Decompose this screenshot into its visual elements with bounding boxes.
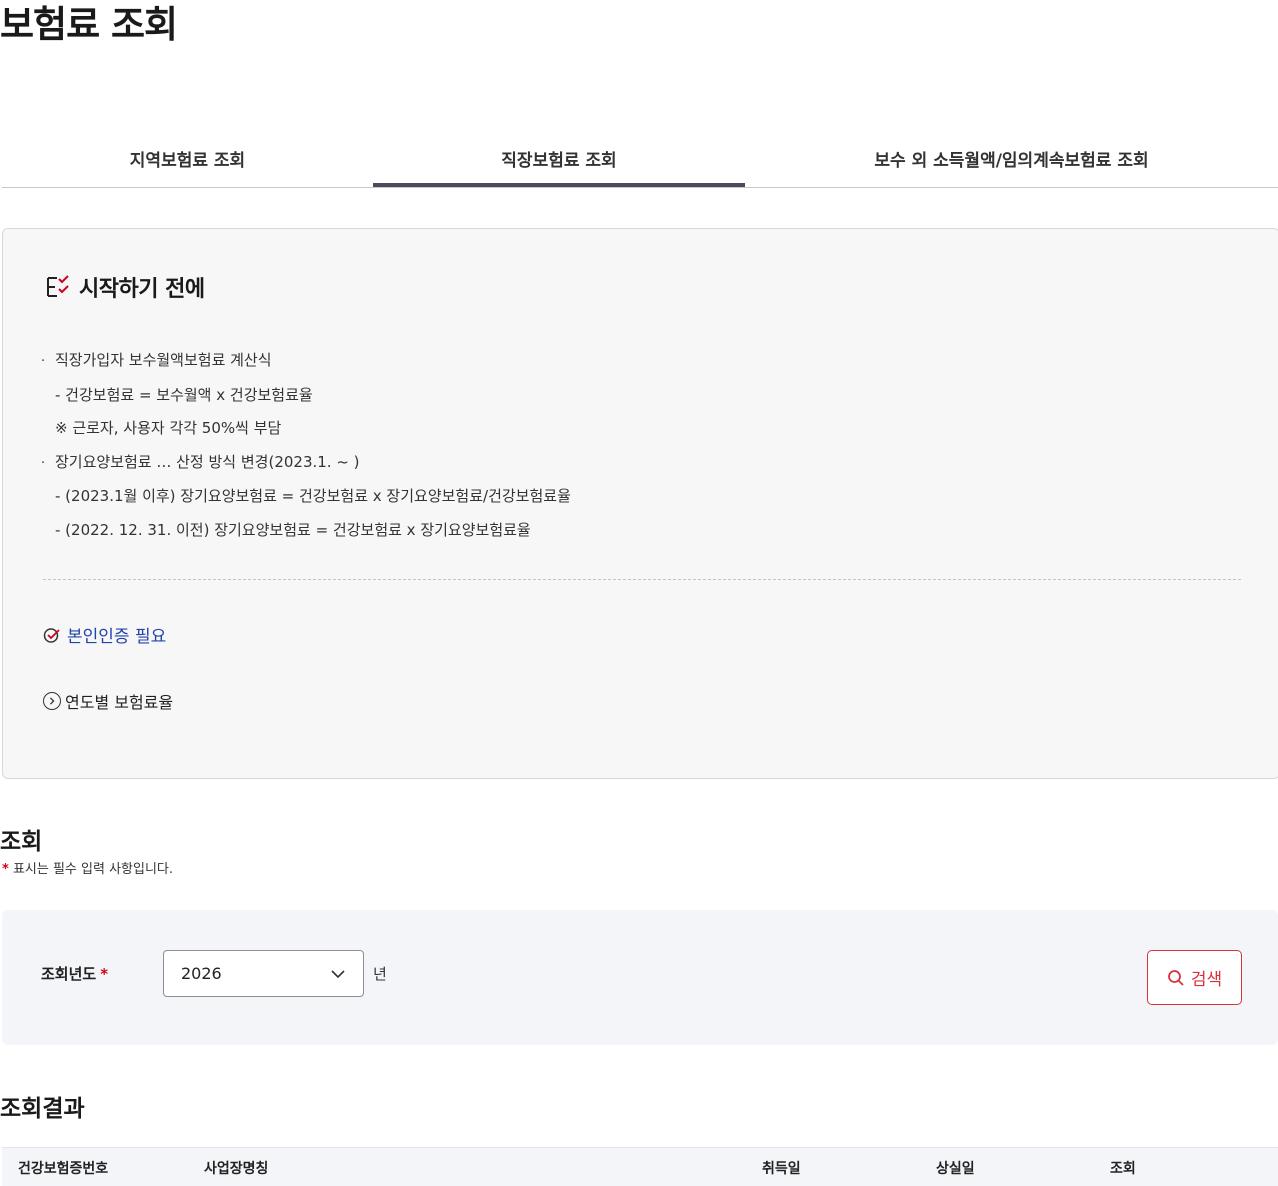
- query-section-title: 조회: [0, 829, 43, 855]
- before-start-header: 시작하기 전에: [45, 271, 205, 303]
- column-header-insurance-number: 건강보험증번호: [18, 1161, 109, 1177]
- required-field-note: * 표시는 필수 입력 사항입니다.: [2, 862, 174, 877]
- year-select[interactable]: 2026: [163, 950, 364, 997]
- search-button-label: 검색: [1190, 970, 1223, 990]
- year-select-value: 2026: [181, 964, 222, 983]
- identity-verification-label: 본인인증 필요: [67, 627, 167, 647]
- yearly-rate-link[interactable]: 연도별 보험료율: [43, 689, 173, 713]
- required-star: *: [2, 862, 9, 877]
- search-icon: [1167, 969, 1184, 986]
- list-item: - (2022. 12. 31. 이전) 장기요양보험료 = 건강보험료 x 장…: [55, 520, 531, 539]
- list-item: · 장기요양보험료 … 산정 방식 변경(2023.1. ~ ): [41, 452, 360, 471]
- check-circle-icon: [43, 627, 60, 643]
- before-start-title: 시작하기 전에: [79, 277, 205, 302]
- premium-formula-list: · 직장가입자 보수월액보험료 계산식 - 건강보험료 = 보수월액 x 건강보험…: [41, 344, 571, 547]
- before-start-panel: 시작하기 전에 · 직장가입자 보수월액보험료 계산식 - 건강보험료 = 보수월…: [2, 228, 1278, 779]
- chevron-down-icon: [331, 970, 345, 979]
- column-header-view: 조회: [1110, 1161, 1136, 1177]
- list-item: - (2023.1월 이후) 장기요양보험료 = 건강보험료 x 장기요양보험료…: [55, 487, 571, 505]
- tab-workplace-premium[interactable]: 직장보험료 조회: [373, 130, 745, 187]
- column-header-loss-date: 상실일: [936, 1161, 975, 1177]
- page-title: 보험료 조회: [0, 3, 178, 46]
- tab-bar: 지역보험료 조회 직장보험료 조회 보수 외 소득월액/임의계속보험료 조회: [2, 130, 1278, 188]
- divider: [43, 579, 1241, 580]
- results-title: 조회결과: [0, 1096, 85, 1122]
- list-item: ※ 근로자, 사용자 각각 50%씩 부담: [55, 419, 282, 437]
- column-header-acquisition-date: 취득일: [762, 1161, 801, 1177]
- query-panel: 조회년도 * 2026 년 검색: [2, 910, 1278, 1045]
- year-unit: 년: [373, 965, 387, 983]
- yearly-rate-label: 연도별 보험료율: [65, 693, 174, 712]
- search-button[interactable]: 검색: [1147, 950, 1242, 1005]
- year-label: 조회년도 *: [41, 965, 109, 983]
- list-item: · 직장가입자 보수월액보험료 계산식: [41, 351, 272, 369]
- checklist-icon: [47, 275, 69, 297]
- column-header-workplace-name: 사업장명칭: [204, 1161, 269, 1177]
- chevron-right-icon: [43, 692, 61, 710]
- tab-extra-income-premium[interactable]: 보수 외 소득월액/임의계속보험료 조회: [745, 130, 1278, 187]
- results-table-header: 건강보험증번호 사업장명칭 취득일 상실일 조회: [2, 1147, 1278, 1186]
- list-item: - 건강보험료 = 보수월액 x 건강보험료율: [55, 385, 313, 404]
- identity-verification-notice: 본인인증 필요: [43, 622, 166, 647]
- tab-regional-premium[interactable]: 지역보험료 조회: [2, 130, 373, 187]
